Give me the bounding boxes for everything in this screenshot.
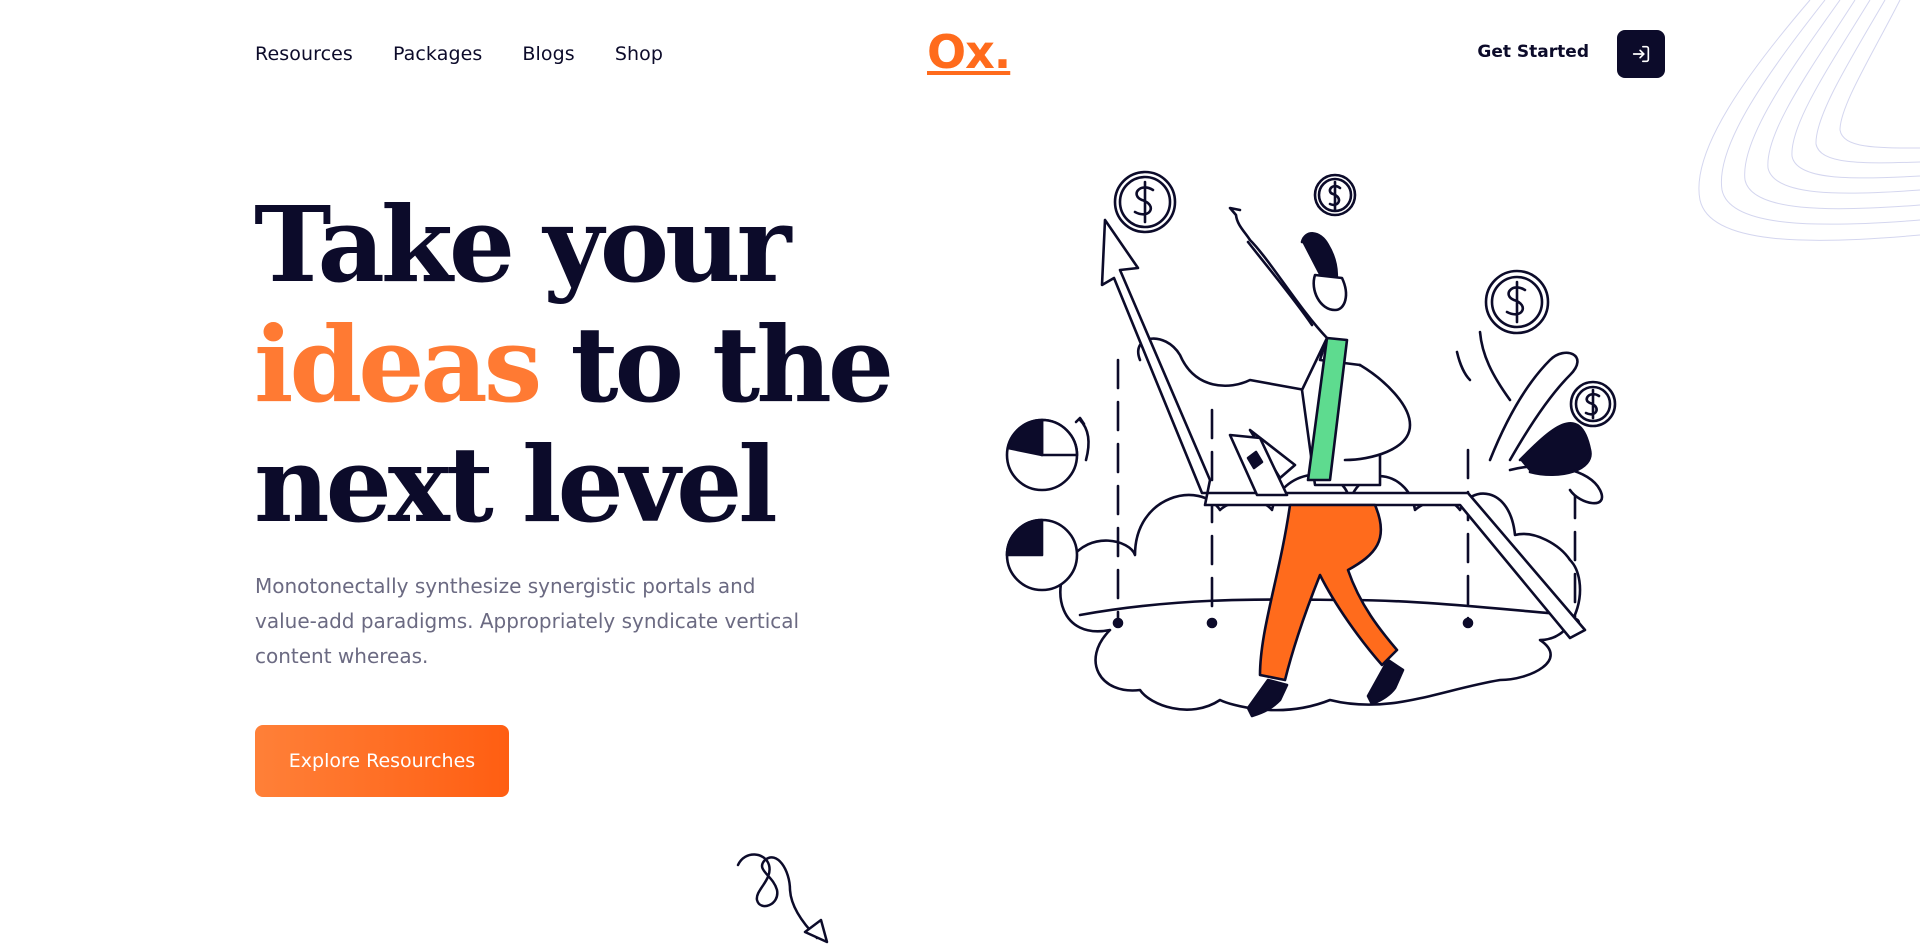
nav-item-resources[interactable]: Resources: [255, 43, 353, 65]
login-button[interactable]: [1617, 30, 1665, 78]
nav-item-shop[interactable]: Shop: [615, 43, 663, 65]
explore-resources-button[interactable]: Explore Resourches: [255, 725, 509, 797]
hero-illustration: [1005, 170, 1617, 718]
main-nav: Resources Packages Blogs Shop: [255, 30, 663, 78]
hero-description: Monotonectally synthesize synergistic po…: [255, 574, 800, 668]
sign-in-icon: [1632, 45, 1650, 63]
nav-item-blogs[interactable]: Blogs: [522, 43, 574, 65]
hero-title-line-3: next level: [254, 423, 778, 546]
pie-chart-icon: [1005, 416, 1090, 592]
hero-title-line-1: Take your: [254, 183, 791, 306]
topographic-lines-decoration: [1698, 0, 1920, 241]
hero-title-accent: ideas: [254, 303, 542, 426]
hero-title: Take your ideas to the next level: [254, 183, 894, 546]
squiggle-arrow-decoration: [736, 853, 829, 944]
brand-logo[interactable]: Ox.: [927, 24, 1011, 80]
hero-title-line-2-rest: to the: [538, 303, 894, 426]
get-started-link[interactable]: Get Started: [1477, 42, 1589, 62]
nav-item-packages[interactable]: Packages: [393, 43, 482, 65]
hero-title-line-2: ideas to the: [254, 303, 894, 426]
